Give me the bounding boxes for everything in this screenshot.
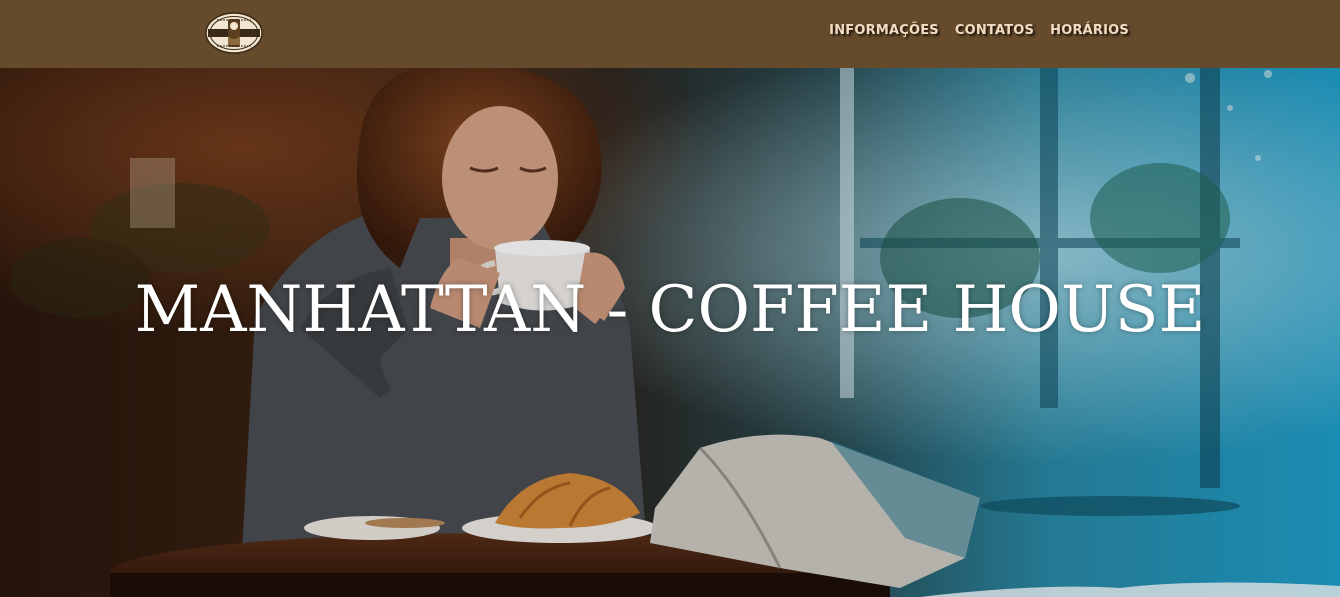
top-navbar: INFORMAÇÕES CONTATOS HORÁRIOS [0,0,1340,68]
nav-link-horarios[interactable]: HORÁRIOS [1050,23,1129,38]
nav-link-contatos[interactable]: CONTATOS [955,23,1034,38]
nav-link-informacoes[interactable]: INFORMAÇÕES [829,23,939,38]
hero-section: MANHATTAN - COFFEE HOUSE [0,68,1340,597]
brand-logo-icon[interactable] [205,12,263,54]
main-nav: INFORMAÇÕES CONTATOS HORÁRIOS [829,23,1129,38]
hero-title: MANHATTAN - COFFEE HOUSE [134,273,1206,347]
